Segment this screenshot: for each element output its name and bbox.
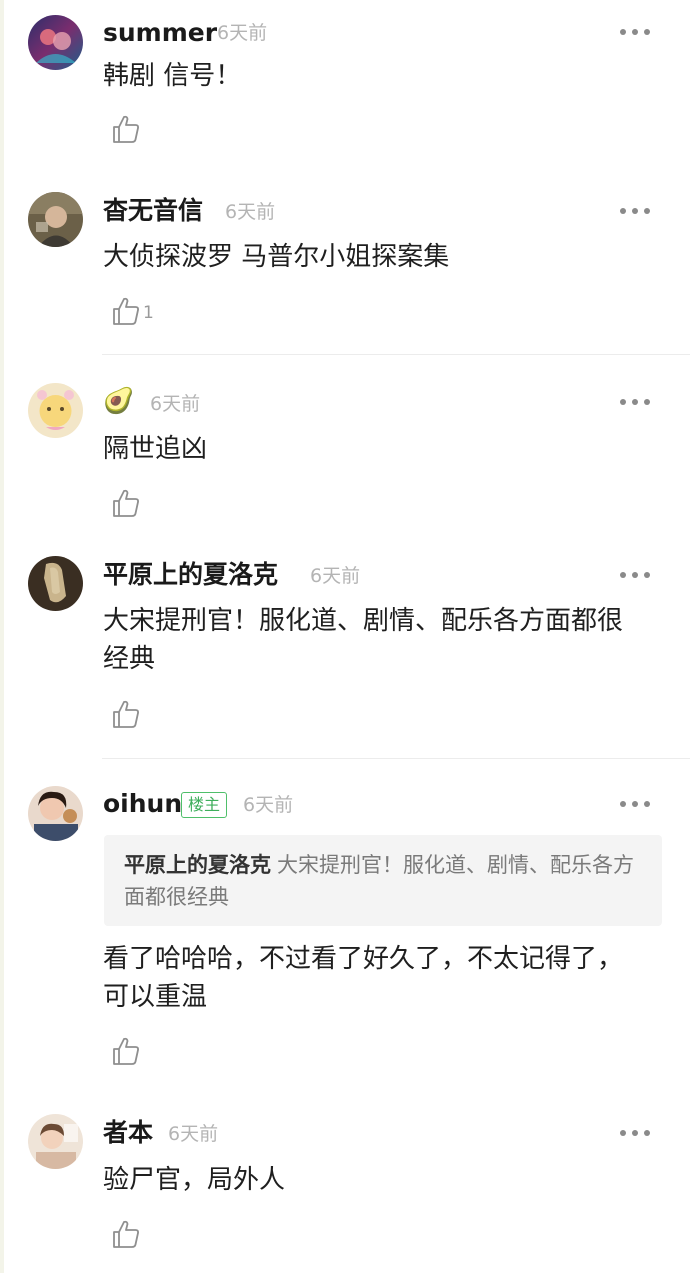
- avatar[interactable]: [28, 383, 83, 438]
- avatar[interactable]: [28, 1114, 83, 1169]
- like-button[interactable]: [112, 1217, 143, 1249]
- more-options-button[interactable]: [620, 799, 650, 809]
- like-count: 1: [143, 303, 154, 323]
- comment-text: 韩剧 信号！: [103, 61, 242, 91]
- more-options-button[interactable]: [620, 397, 650, 407]
- thumbs-up-icon: [113, 297, 139, 325]
- more-dots-icon: [620, 399, 626, 405]
- more-dots-icon: [620, 208, 626, 214]
- thumbs-up-icon: [113, 1037, 139, 1065]
- username[interactable]: 者本: [103, 1118, 153, 1148]
- avatar[interactable]: [28, 786, 83, 841]
- edge-strip: [0, 0, 4, 1273]
- more-dots-icon: [620, 1130, 626, 1136]
- like-button[interactable]: 1: [112, 294, 154, 326]
- timestamp: 6天前: [310, 565, 361, 587]
- divider: [102, 354, 690, 355]
- comment-text: 验尸官，局外人: [103, 1165, 286, 1195]
- username[interactable]: 平原上的夏洛克: [103, 560, 278, 590]
- thumbs-up-icon: [113, 489, 139, 517]
- username[interactable]: oihun: [103, 789, 182, 819]
- comment-feed: summer 6天前 韩剧 信号！ 杳无音信 6天前 大侦探波罗 马普尔小姐探案…: [0, 0, 690, 1273]
- like-button[interactable]: [112, 1034, 143, 1066]
- timestamp: 6天前: [150, 393, 201, 415]
- more-dots-icon: [620, 29, 626, 35]
- owner-badge: 楼主: [181, 792, 228, 818]
- avatar[interactable]: [28, 192, 83, 247]
- quote-author[interactable]: 平原上的夏洛克: [124, 853, 271, 877]
- thumbs-up-icon: [113, 700, 139, 728]
- more-dots-icon: [620, 801, 626, 807]
- more-options-button[interactable]: [620, 1128, 650, 1138]
- like-button[interactable]: [112, 112, 143, 144]
- divider: [102, 758, 690, 759]
- more-options-button[interactable]: [620, 206, 650, 216]
- timestamp: 6天前: [217, 22, 268, 44]
- quoted-reply[interactable]: 平原上的夏洛克 大宋提刑官！服化道、剧情、配乐各方面都很经典: [104, 835, 662, 926]
- avatar[interactable]: [28, 556, 83, 611]
- more-options-button[interactable]: [620, 27, 650, 37]
- avatar[interactable]: [28, 15, 83, 70]
- comment-text: 看了哈哈哈，不过看了好久了，不太记得了，可以重温: [103, 944, 624, 1012]
- timestamp: 6天前: [225, 201, 276, 223]
- comment-text: 大侦探波罗 马普尔小姐探案集: [103, 242, 450, 272]
- more-options-button[interactable]: [620, 570, 650, 580]
- like-button[interactable]: [112, 486, 143, 518]
- comment-text: 隔世追凶: [103, 434, 208, 464]
- username[interactable]: 🥑: [103, 386, 134, 416]
- timestamp: 6天前: [168, 1123, 219, 1145]
- timestamp: 6天前: [243, 794, 294, 816]
- thumbs-up-icon: [113, 1220, 139, 1248]
- thumbs-up-icon: [113, 115, 139, 143]
- more-dots-icon: [620, 572, 626, 578]
- comment-text: 大宋提刑官！服化道、剧情、配乐各方面都很经典: [103, 606, 624, 674]
- username[interactable]: 杳无音信: [103, 196, 203, 226]
- like-button[interactable]: [112, 697, 143, 729]
- username[interactable]: summer: [103, 18, 217, 48]
